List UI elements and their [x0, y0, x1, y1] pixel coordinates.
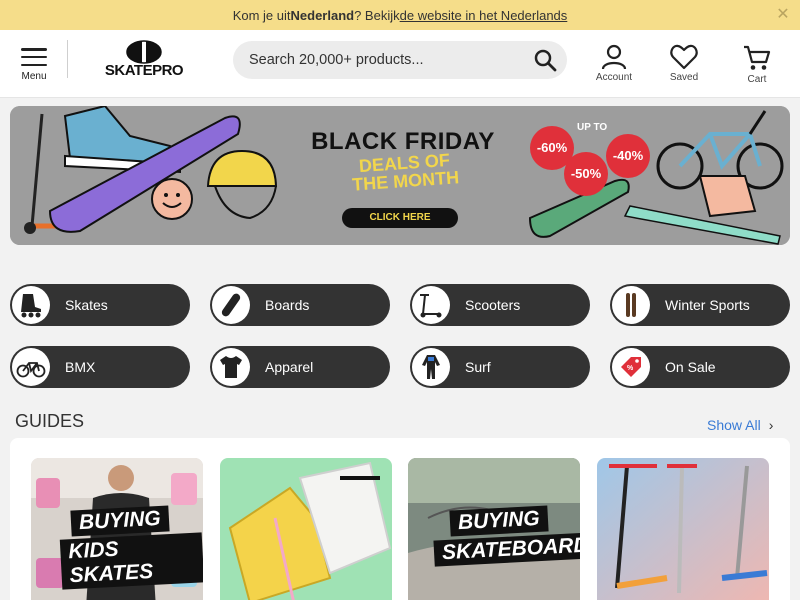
guide-title-line1: BUYING: [449, 505, 549, 537]
cart-button[interactable]: Cart: [732, 44, 782, 88]
guide-title-line1: BUYING: [70, 505, 170, 537]
account-button[interactable]: Account: [589, 44, 639, 88]
category-label: Winter Sports: [665, 297, 750, 313]
cart-icon: [744, 45, 771, 70]
guide-card[interactable]: [220, 458, 392, 600]
logo-mark-icon: [126, 40, 162, 64]
account-label: Account: [595, 72, 633, 83]
show-all-link[interactable]: Show All ›: [707, 417, 773, 433]
category-bmx[interactable]: BMX: [10, 346, 190, 388]
hamburger-icon: [21, 48, 47, 66]
wetsuit-icon: [412, 348, 450, 386]
discount-badge: -40%: [606, 134, 650, 178]
search-bar: [233, 41, 567, 79]
notice-country: Nederland: [290, 7, 355, 23]
guide-card[interactable]: [597, 458, 769, 600]
header-divider: [67, 40, 68, 78]
sale-tag-icon: %: [612, 348, 650, 386]
category-skates[interactable]: Skates: [10, 284, 190, 326]
show-all-label: Show All: [707, 417, 761, 433]
category-label: Boards: [265, 297, 310, 313]
user-icon: [601, 44, 627, 70]
banner-up-to: UP TO: [577, 122, 608, 133]
guide-image-roller-skates: [220, 458, 392, 600]
category-label: Scooters: [465, 297, 521, 313]
menu-button[interactable]: Menu: [18, 48, 50, 88]
category-boards[interactable]: Boards: [210, 284, 390, 326]
category-surf[interactable]: Surf: [410, 346, 590, 388]
category-winter-sports[interactable]: Winter Sports: [610, 284, 790, 326]
site-header: Menu SKATEPRO Account Saved: [0, 30, 800, 98]
skis-icon: [612, 286, 650, 324]
heart-icon: [670, 44, 698, 70]
bmx-bike-icon: [12, 348, 50, 386]
category-label: BMX: [65, 359, 96, 375]
search-input[interactable]: [249, 41, 519, 79]
menu-label: Menu: [21, 71, 47, 82]
svg-text:%: %: [627, 365, 634, 372]
scooter-icon: [412, 286, 450, 324]
guide-title-line2: KIDS SKATES: [59, 532, 203, 590]
category-label: Skates: [65, 297, 108, 313]
guides-heading: GUIDES: [15, 411, 85, 431]
guide-image-scooters: [597, 458, 769, 600]
category-label: On Sale: [665, 359, 716, 375]
category-scooters[interactable]: Scooters: [410, 284, 590, 326]
skatepro-logo[interactable]: SKATEPRO: [98, 40, 190, 84]
language-notice-bar: Kom je uit Nederland? Bekijk de website …: [0, 0, 800, 30]
tshirt-icon: [212, 348, 250, 386]
discount-badge: -50%: [564, 152, 608, 196]
saved-label: Saved: [669, 72, 699, 83]
inline-skate-icon: [12, 286, 50, 324]
notice-language-link[interactable]: de website in het Nederlands: [400, 8, 568, 23]
category-on-sale[interactable]: % On Sale: [610, 346, 790, 388]
notice-prefix: Kom je uit: [232, 7, 291, 23]
saved-button[interactable]: Saved: [659, 44, 709, 88]
guide-card[interactable]: BUYING KIDS SKATES: [31, 458, 203, 600]
logo-text: SKATEPRO: [104, 62, 184, 79]
search-icon[interactable]: [533, 48, 557, 72]
banner-cta-button[interactable]: CLICK HERE: [342, 208, 458, 228]
close-icon[interactable]: ✕: [774, 6, 792, 24]
notice-middle: ? Bekijk: [354, 7, 400, 23]
category-label: Surf: [465, 359, 491, 375]
cart-label: Cart: [747, 74, 767, 85]
guide-card[interactable]: BUYING SKATEBOARDS: [408, 458, 580, 600]
black-friday-banner[interactable]: BLACK FRIDAY DEALS OF THE MONTH CLICK HE…: [10, 106, 790, 245]
skateboard-icon: [212, 286, 250, 324]
chevron-right-icon: ›: [768, 417, 774, 433]
category-label: Apparel: [265, 359, 314, 375]
category-apparel[interactable]: Apparel: [210, 346, 390, 388]
